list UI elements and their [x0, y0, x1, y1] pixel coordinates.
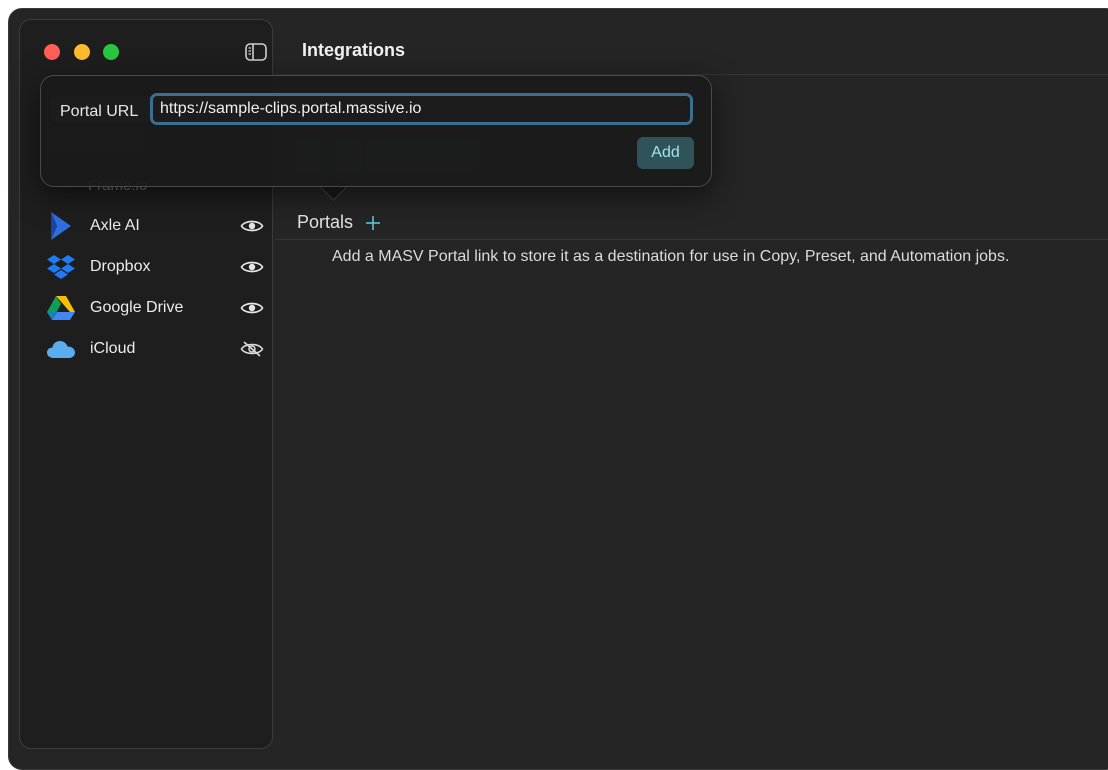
add-portal-popover: Portal URL Add — [40, 75, 712, 187]
close-window-button[interactable] — [44, 44, 60, 60]
google-drive-logo-icon — [46, 293, 76, 323]
sidebar-item-icloud[interactable]: iCloud — [46, 331, 270, 367]
visible-eye-icon[interactable] — [240, 259, 264, 275]
sidebar-toggle-icon[interactable] — [245, 43, 267, 61]
sidebar-item-label: iCloud — [90, 340, 136, 357]
visible-eye-icon[interactable] — [240, 218, 264, 234]
sidebar-item-label: Axle AI — [90, 217, 140, 234]
sidebar-item-axle-ai[interactable]: Axle AI — [46, 208, 270, 244]
add-portal-button[interactable]: Add — [637, 137, 694, 169]
minimize-window-button[interactable] — [74, 44, 90, 60]
portals-section-header: Portals — [297, 212, 381, 233]
portal-url-label: Portal URL — [60, 103, 139, 120]
icloud-logo-icon — [46, 334, 76, 364]
section-divider — [275, 239, 1108, 240]
sidebar-item-label: Dropbox — [90, 258, 151, 275]
axle-ai-logo-icon — [46, 211, 76, 241]
hidden-eye-slash-icon[interactable] — [240, 341, 264, 357]
sidebar-item-dropbox[interactable]: Dropbox — [46, 249, 270, 285]
dropbox-logo-icon — [46, 252, 76, 282]
zoom-window-button[interactable] — [103, 44, 119, 60]
page-title: Integrations — [302, 40, 406, 60]
visible-eye-icon[interactable] — [240, 300, 264, 316]
portals-empty-message: Add a MASV Portal link to store it as a … — [332, 248, 1010, 265]
sidebar-item-google-drive[interactable]: Google Drive — [46, 290, 270, 326]
add-portal-plus-icon[interactable] — [365, 215, 381, 231]
portals-label: Portals — [297, 212, 354, 232]
sidebar-item-label: Google Drive — [90, 299, 184, 316]
portal-url-input[interactable] — [150, 93, 693, 125]
